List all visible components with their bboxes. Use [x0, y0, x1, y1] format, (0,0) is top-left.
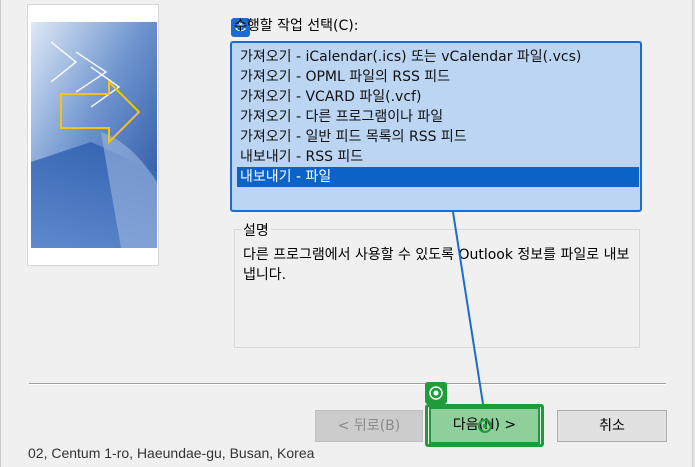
action-list[interactable]: 가져오기 - iCalendar(.ics) 또는 vCalendar 파일(.…: [230, 41, 642, 212]
description-text: 다른 프로그램에서 사용할 수 있도록 Outlook 정보를 파일로 내보냅니…: [243, 247, 630, 283]
list-item[interactable]: 가져오기 - 일반 피드 목록의 RSS 피드: [237, 127, 639, 147]
cancel-button[interactable]: 취소: [557, 410, 667, 442]
separator: [29, 383, 666, 385]
wizard-dialog: ⚓ 수행할 작업 선택(C): 가져오기 - iCalendar(.ics) 또…: [0, 0, 695, 467]
list-item[interactable]: 가져오기 - 다른 프로그램이나 파일: [237, 107, 639, 127]
target-icon: [425, 382, 447, 404]
list-item[interactable]: 가져오기 - iCalendar(.ics) 또는 vCalendar 파일(.…: [237, 47, 639, 67]
list-item-selected[interactable]: 내보내기 - 파일: [237, 167, 639, 187]
list-item[interactable]: 내보내기 - RSS 피드: [237, 147, 639, 167]
list-item[interactable]: 가져오기 - OPML 파일의 RSS 피드: [237, 67, 639, 87]
list-item[interactable]: 가져오기 - VCARD 파일(.vcf): [237, 87, 639, 107]
action-list-label: 수행할 작업 선택(C):: [234, 18, 359, 34]
background-address-text: 02, Centum 1-ro, Haeundae-gu, Busan, Kor…: [28, 445, 315, 461]
back-button[interactable]: < 뒤로(B): [315, 410, 423, 442]
description-title: 설명: [241, 220, 271, 240]
next-button[interactable]: 다음(N) >: [429, 407, 540, 444]
wizard-illustration: [31, 22, 157, 248]
